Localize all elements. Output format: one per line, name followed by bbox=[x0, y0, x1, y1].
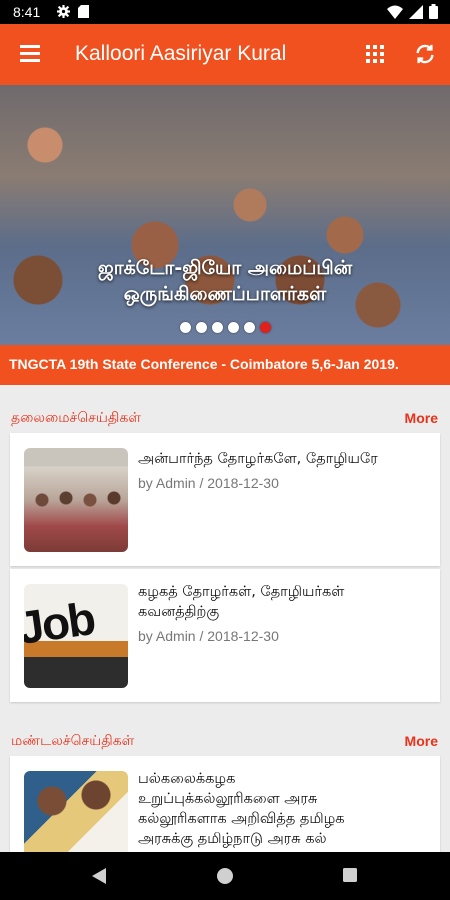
news-card[interactable]: பல்கலைக்கழக உறுப்புக்கல்லூரிகளை அரசு கல்… bbox=[10, 756, 440, 875]
slider-dots bbox=[180, 322, 271, 333]
news-title: பல்கலைக்கழக உறுப்புக்கல்லூரிகளை அரசு கல்… bbox=[138, 771, 345, 847]
slider-dot[interactable] bbox=[212, 322, 223, 333]
wifi-icon bbox=[387, 5, 403, 19]
more-link[interactable]: More bbox=[405, 410, 438, 426]
banner-caption: ஜாக்டோ-ஜியோ அமைப்பின் ஒருங்கிணைப்பாளர்கள… bbox=[97, 257, 353, 305]
app-title: Kalloori Aasiriyar Kural bbox=[75, 42, 287, 65]
status-bar: 8:41 bbox=[0, 0, 450, 24]
slider-dot[interactable] bbox=[260, 322, 271, 333]
gear-icon bbox=[57, 5, 70, 18]
section-title: மண்டலச்செய்திகள் bbox=[11, 733, 135, 749]
news-meta: by Admin / 2018-12-30 bbox=[138, 475, 279, 491]
news-thumbnail bbox=[24, 448, 128, 552]
banner-slider[interactable]: ஜாக்டோ-ஜியோ அமைப்பின் ஒருங்கிணைப்பாளர்கள… bbox=[0, 85, 450, 345]
home-icon[interactable] bbox=[217, 868, 233, 884]
slider-dot[interactable] bbox=[228, 322, 239, 333]
recents-icon[interactable] bbox=[343, 868, 357, 882]
grid-icon[interactable] bbox=[366, 45, 384, 63]
news-card[interactable]: அன்பார்ந்த தோழர்களே, தோழியரே by Admin / … bbox=[10, 433, 440, 566]
slider-dot[interactable] bbox=[180, 322, 191, 333]
status-time: 8:41 bbox=[13, 4, 41, 20]
slider-dot[interactable] bbox=[244, 322, 255, 333]
slider-dot[interactable] bbox=[196, 322, 207, 333]
refresh-icon[interactable] bbox=[414, 43, 436, 65]
more-link[interactable]: More bbox=[405, 733, 438, 749]
back-icon[interactable] bbox=[92, 868, 106, 884]
news-meta: by Admin / 2018-12-30 bbox=[138, 628, 279, 644]
news-thumbnail: Job bbox=[24, 584, 128, 688]
battery-icon bbox=[429, 4, 438, 19]
news-ticker[interactable]: TNGCTA 19th State Conference - Coimbator… bbox=[0, 345, 450, 385]
app-bar: Kalloori Aasiriyar Kural bbox=[0, 24, 450, 85]
system-nav-bar bbox=[0, 852, 450, 900]
section-head-news: தலைமைச்செய்திகள் More bbox=[0, 410, 450, 430]
signal-icon bbox=[409, 4, 423, 19]
menu-icon[interactable] bbox=[20, 45, 40, 63]
section-title: தலைமைச்செய்திகள் bbox=[11, 410, 141, 426]
news-card[interactable]: Job கழகத் தோழர்கள், தோழியர்கள் கவனத்திற்… bbox=[10, 569, 440, 702]
news-title: கழகத் தோழர்கள், தோழியர்கள் கவனத்திற்கு bbox=[138, 584, 345, 620]
section-head-regional: மண்டலச்செய்திகள் More bbox=[0, 733, 450, 753]
news-title: அன்பார்ந்த தோழர்களே, தோழியரே bbox=[138, 451, 378, 467]
sd-card-icon bbox=[78, 5, 89, 18]
